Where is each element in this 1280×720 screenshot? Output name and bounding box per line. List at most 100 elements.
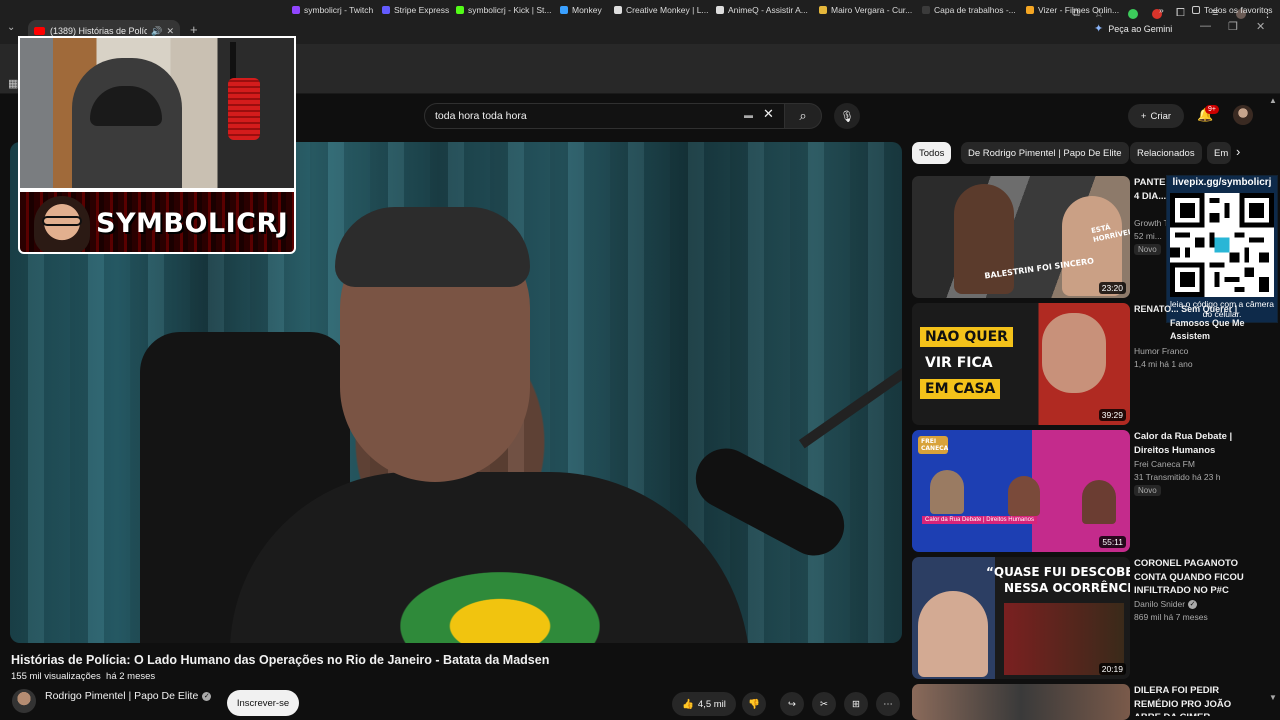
thumb-person-3 — [1082, 480, 1116, 524]
rec-thumbnail[interactable]: BALESTRIN FOI SINCERO ESTÁ HORRÍVEL!! 23… — [912, 176, 1130, 298]
bookmark-favicon-icon — [382, 6, 390, 14]
thumb-text-line-2: VIR FICA — [925, 355, 993, 371]
save-button[interactable]: ⊞ — [844, 692, 868, 716]
channel-avatar[interactable] — [12, 689, 36, 713]
duration-badge: 55:11 — [1099, 536, 1126, 548]
scroll-down-icon[interactable]: ▼ — [1269, 693, 1277, 702]
verified-icon: ✓ — [202, 691, 212, 701]
rec-stats: 31 Transmitido há 23 h — [1134, 472, 1221, 482]
bookmark-item[interactable]: symbolicrj - Twitch — [292, 5, 373, 15]
rec-thumbnail[interactable]: “QUASE FUI DESCOBERTO NESSA OCORRÊNCIA” … — [912, 557, 1130, 679]
like-count: 4,5 mil — [697, 698, 726, 710]
subscribe-button[interactable]: Inscrever-se — [227, 690, 299, 716]
scroll-up-icon[interactable]: ▲ — [1269, 96, 1277, 105]
rec-stats: 1,4 mi há 1 ano — [1134, 359, 1193, 369]
rec-thumbnail[interactable]: NAO QUER VIR FICA EM CASA 39:29 — [912, 303, 1130, 425]
notification-count-badge: 9+ — [1205, 105, 1219, 114]
search-button[interactable]: ⌕ — [784, 103, 822, 129]
gemini-label: Peça ao Gemini — [1108, 23, 1173, 34]
chip-channel[interactable]: De Rodrigo Pimentel | Papo De Elite — [961, 142, 1129, 164]
qr-code — [1170, 193, 1274, 297]
new-badge: Novo — [1134, 244, 1161, 255]
all-favorites-button[interactable]: Todos os favoritos — [1192, 5, 1273, 15]
voice-search-button[interactable]: 🎙 — [834, 103, 860, 129]
new-badge: Novo — [1134, 485, 1161, 496]
create-button[interactable]: + Criar — [1128, 104, 1184, 128]
search-query: toda hora toda hora — [435, 110, 527, 122]
duration-badge: 23:20 — [1098, 282, 1126, 294]
streamer-brand-banner: SYMBOLICRJ — [18, 190, 296, 254]
extensions-puzzle-icon[interactable]: ⧠ — [1176, 7, 1185, 20]
thumb-comedian — [1042, 313, 1106, 393]
clear-search-icon[interactable]: ✕ — [763, 106, 774, 122]
rec-channel[interactable]: Danilo Snider ✓ — [1134, 599, 1198, 609]
webcam-red-microphone — [228, 78, 260, 140]
rec-stats: 52 mi... — [1134, 231, 1162, 241]
rec-thumbnail[interactable] — [912, 684, 1130, 720]
minimize-icon[interactable]: — — [1200, 20, 1211, 32]
close-window-icon[interactable]: ✕ — [1256, 20, 1265, 33]
rec-title[interactable]: Calor da Rua Debate | Direitos Humanos — [1134, 430, 1258, 457]
rec-stats: 869 mil há 7 meses — [1134, 612, 1208, 622]
bookmark-item[interactable]: Creative Monkey | L... — [614, 5, 709, 15]
bookmark-favicon-icon — [1026, 6, 1034, 14]
rec-title[interactable]: CORONEL PAGANOTO CONTA QUANDO FICOU INFI… — [1134, 557, 1258, 598]
bookmark-favicon-icon — [716, 6, 724, 14]
avatar-glasses — [42, 216, 82, 226]
thumb-caption: Calor da Rua Debate | Direitos Humanos — [922, 516, 1037, 524]
bookmark-item[interactable]: Mairo Vergara - Cur... — [819, 5, 912, 15]
bookmark-item[interactable]: AnimeQ - Assistir A... — [716, 5, 808, 15]
chevron-right-icon[interactable]: › — [1236, 144, 1240, 159]
view-count: 155 mil visualizações — [11, 671, 101, 682]
channel-link[interactable]: Rodrigo Pimentel | Papo De Elite ✓ — [45, 690, 212, 702]
audio-icon[interactable]: 🔊 — [151, 26, 162, 37]
bookmark-favicon-icon — [292, 6, 300, 14]
bookmark-item[interactable]: Capa de trabalhos -... — [922, 5, 1016, 15]
new-tab-icon[interactable]: + — [190, 22, 198, 37]
plus-icon: + — [1140, 110, 1147, 122]
bookmark-item[interactable]: symbolicrj - Kick | St... — [456, 5, 551, 15]
microphone-icon: 🎙 — [840, 110, 854, 123]
clip-button[interactable]: ✂ — [812, 692, 836, 716]
extension-green-icon[interactable] — [1128, 9, 1138, 19]
channel-name: Rodrigo Pimentel | Papo De Elite — [45, 690, 199, 702]
rec-channel[interactable]: Frei Caneca FM — [1134, 459, 1195, 469]
bookmark-item[interactable]: Vizer - Filmes Onlin... — [1026, 5, 1119, 15]
gemini-button[interactable]: ✦ Peça ao Gemini — [1094, 22, 1172, 35]
chip-relacionados[interactable]: Relacionados — [1130, 142, 1202, 164]
share-icon: ↪ — [788, 698, 796, 710]
speaker-hair — [335, 207, 530, 287]
duration-badge: 39:29 — [1098, 409, 1126, 421]
search-input[interactable]: toda hora toda hora — [424, 103, 790, 129]
bookmarks-overflow-icon[interactable]: » — [1159, 5, 1164, 15]
rec-title[interactable]: RENATO... Sem Querer | Famosos Que Me As… — [1134, 303, 1258, 344]
like-button[interactable]: 👍 4,5 mil — [672, 692, 736, 716]
rec-channel[interactable]: Humor Franco — [1134, 346, 1188, 356]
rec-title[interactable]: DILERA FOI PEDIR REMÉDIO PRO JOÃO ABRE D… — [1134, 684, 1258, 716]
bookmark-label: symbolicrj - Twitch — [304, 5, 374, 15]
apps-grid-icon[interactable]: ▦ — [8, 77, 18, 90]
bookmark-label: Capa de trabalhos -... — [934, 5, 1016, 15]
tab-search-icon[interactable]: ⌄ — [7, 22, 15, 33]
bookmark-item[interactable]: Stripe Express — [382, 5, 449, 15]
rec-thumbnail[interactable]: FREI CANECA Calor da Rua Debate | Direit… — [912, 430, 1130, 552]
more-actions-button[interactable]: ⋯ — [876, 692, 900, 716]
video-title: Histórias de Polícia: O Lado Humano das … — [11, 653, 550, 667]
bookmark-label: Vizer - Filmes Onlin... — [1038, 5, 1120, 15]
close-tab-icon[interactable]: ✕ — [166, 26, 174, 37]
share-button[interactable]: ↪ — [780, 692, 804, 716]
bookmark-item[interactable]: Monkey — [560, 5, 602, 15]
gemini-icon: ✦ — [1094, 23, 1104, 35]
thumb-headline-1: “QUASE FUI DESCOBERTO — [986, 565, 1130, 579]
chip-more[interactable]: Em — [1207, 142, 1231, 164]
chip-todos[interactable]: Todos — [912, 142, 952, 164]
maximize-icon[interactable]: ❐ — [1228, 20, 1238, 33]
more-icon: ⋯ — [883, 698, 893, 710]
bookmark-label: AnimeQ - Assistir A... — [728, 5, 808, 15]
keyboard-icon[interactable]: ▬ — [744, 110, 753, 120]
bookmark-favicon-icon — [614, 6, 622, 14]
thumb-logo: FREI CANECA — [918, 436, 948, 454]
dislike-button[interactable]: 👎 — [742, 692, 766, 716]
thumb-man — [1062, 196, 1122, 296]
user-avatar[interactable] — [1233, 105, 1253, 125]
